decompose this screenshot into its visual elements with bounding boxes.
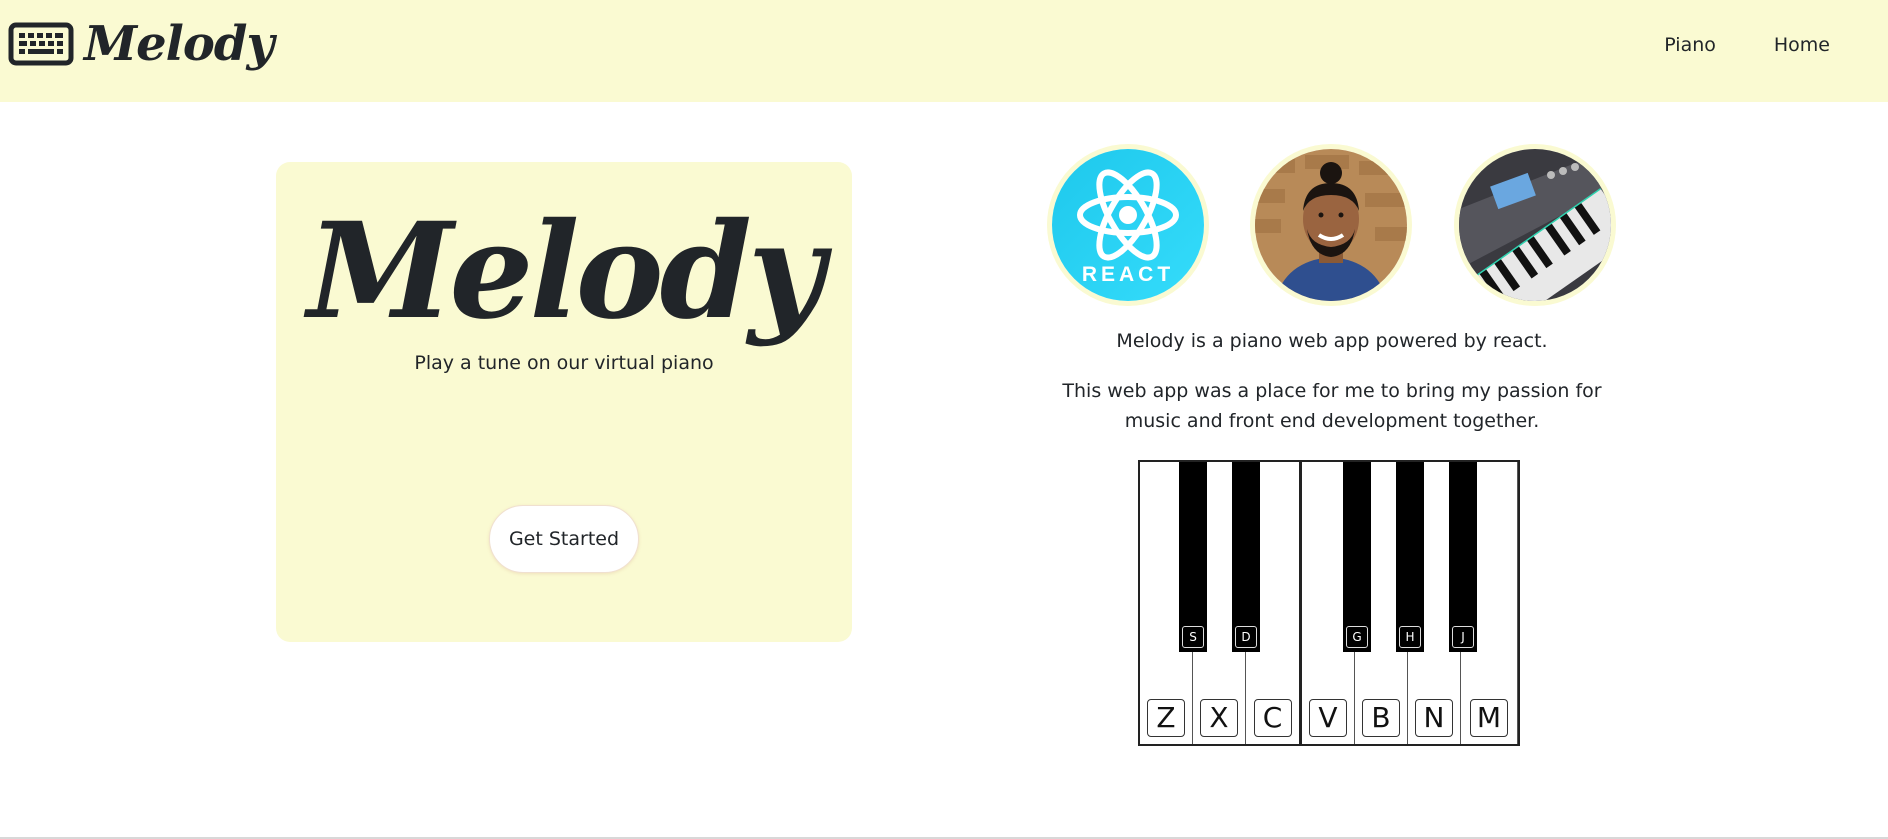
- black-key-d[interactable]: D: [1232, 462, 1260, 652]
- about-line-2: This web app was a place for me to bring…: [1062, 380, 1602, 432]
- key-label: B: [1362, 699, 1400, 737]
- about-line-1: Melody is a piano web app powered by rea…: [1116, 330, 1548, 352]
- key-label: H: [1399, 626, 1421, 648]
- react-logo-image: REACT: [1047, 144, 1209, 306]
- brand-name: Melody: [84, 16, 274, 72]
- keyboard-icon: [8, 22, 74, 66]
- developer-photo: [1250, 144, 1412, 306]
- react-logo-icon: REACT: [1052, 149, 1204, 301]
- key-label: D: [1235, 626, 1257, 648]
- piano: Z X C V B N M S D G H J: [1138, 460, 1520, 746]
- nav-links: Piano Home: [1606, 34, 1830, 56]
- black-key-g[interactable]: G: [1343, 462, 1371, 652]
- black-key-s[interactable]: S: [1179, 462, 1207, 652]
- key-label: Z: [1147, 699, 1185, 737]
- key-label: S: [1182, 626, 1204, 648]
- hero-subtitle: Play a tune on our virtual piano: [414, 352, 714, 374]
- black-key-h[interactable]: H: [1396, 462, 1424, 652]
- key-label: X: [1200, 699, 1238, 737]
- key-label: G: [1346, 626, 1368, 648]
- hero-title: Melody: [307, 194, 824, 349]
- navbar: Melody Piano Home: [0, 0, 1888, 102]
- key-label: N: [1415, 699, 1453, 737]
- react-logo-text: REACT: [1082, 263, 1174, 286]
- person-photo-icon: [1255, 149, 1407, 301]
- synth-photo-icon: [1459, 149, 1611, 301]
- nav-link-piano[interactable]: Piano: [1664, 34, 1716, 56]
- black-key-j[interactable]: J: [1449, 462, 1477, 652]
- nav-link-home[interactable]: Home: [1774, 34, 1830, 56]
- keyboard-photo: [1454, 144, 1616, 306]
- key-label: V: [1309, 699, 1347, 737]
- key-label: C: [1253, 699, 1292, 737]
- brand[interactable]: Melody: [8, 14, 274, 74]
- hero-card: Melody Play a tune on our virtual piano …: [276, 162, 852, 642]
- get-started-button[interactable]: Get Started: [489, 505, 639, 573]
- key-label: M: [1470, 699, 1508, 737]
- key-label: J: [1452, 626, 1474, 648]
